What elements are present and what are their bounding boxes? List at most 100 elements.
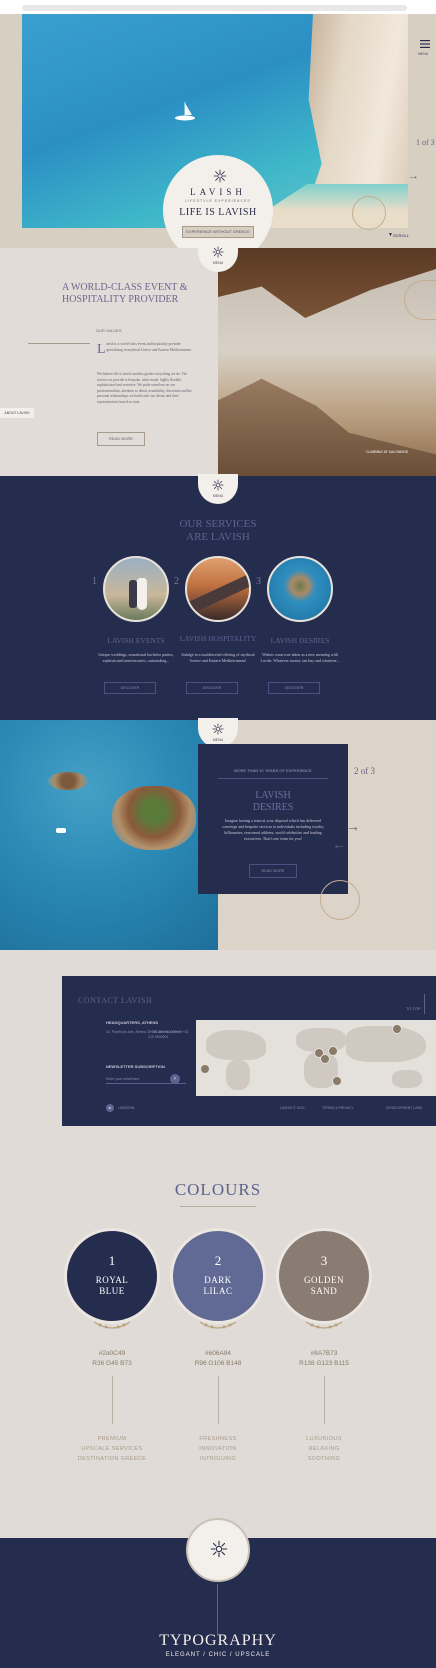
our-values-label: OUR VALUES (96, 328, 122, 333)
lavish-logo-icon (212, 723, 224, 735)
hero-cta-button[interactable]: EXPERIENCE WITHOUT GREECE (182, 226, 254, 238)
swatch-keywords: LUXURIOUS RELAXING SOOTHING (274, 1434, 374, 1464)
read-more-button[interactable]: READ MORE (249, 864, 297, 878)
swatch-keyword: LUXURIOUS (306, 1436, 342, 1442)
map-pin-icon[interactable] (320, 1054, 330, 1064)
service-title[interactable]: LAVISH DESIRES (250, 636, 350, 645)
desires-card: MORE THAN 10 YEARS OF EXPERIENCE LAVISH … (198, 744, 348, 894)
yacht-sunset-photo[interactable] (185, 556, 251, 622)
discover-button[interactable]: DISCOVER (186, 682, 238, 694)
experience-eyebrow: MORE THAN 10 YEARS OF EXPERIENCE (234, 768, 312, 773)
developer-link[interactable]: DEVELOPMENT LABS (386, 1106, 422, 1110)
linkedin-label[interactable]: LINKEDIN (118, 1106, 134, 1110)
laurel-icon (305, 1321, 343, 1329)
divider (217, 1584, 218, 1636)
swatch-keyword: INTRIGUING (199, 1456, 237, 1462)
swatch-hex: #606A94 (204, 1350, 232, 1357)
linkedin-icon[interactable]: in (106, 1104, 114, 1112)
about-side-tab[interactable]: ABOUT LAVISH (0, 408, 34, 418)
map-pin-icon[interactable] (200, 1064, 210, 1074)
read-more-button[interactable]: READ MORE (97, 432, 145, 446)
swatch-name-line1: GOLDEN (304, 1275, 344, 1285)
hero-brand-subtitle: LIFESTYLE EXPERIENCES (185, 199, 251, 203)
lavish-logo-icon (213, 169, 227, 183)
swatch-name-line2: LILAC (203, 1286, 233, 1296)
terms-link[interactable]: TERMS & PRIVACY (322, 1106, 354, 1110)
swatch-golden-sand: 3 GOLDEN SAND (276, 1228, 372, 1324)
hero-title: LIFE IS LAVISH (179, 207, 257, 218)
swatch-number: 2 (214, 1253, 222, 1268)
swatch-keyword: RELAXING (308, 1446, 340, 1452)
divider (180, 1206, 256, 1207)
desires-text: Imagine having a team at your disposal w… (221, 818, 325, 841)
menu-label[interactable]: MENU (198, 738, 238, 742)
slide-counter: 2 of 3 (354, 766, 375, 776)
scroll-label[interactable]: SCROLL (393, 233, 409, 238)
divider (218, 778, 328, 779)
wedding-photo[interactable] (103, 556, 169, 622)
next-arrow-icon[interactable]: → (408, 170, 419, 182)
service-description: Unique weddings, sensational bachelor pa… (98, 652, 174, 663)
map-land-asia (346, 1026, 426, 1062)
next-arrow-icon[interactable]: → (346, 818, 360, 834)
desires-title-line2: DESIRES (252, 802, 294, 813)
seal-icon (352, 196, 386, 230)
swatch-keyword: INNOVATION (199, 1446, 237, 1452)
swatch-rgb: R96 G106 B148 (194, 1360, 242, 1367)
prev-arrow-icon[interactable]: ← (332, 836, 346, 852)
service-description: Wishes come true taken as a new meaning … (260, 652, 340, 663)
slide-counter: 1 of 3 (416, 138, 435, 147)
menu-label[interactable]: MENU (198, 261, 238, 265)
swatch-keyword: SOOTHING (307, 1456, 341, 1462)
laurel-icon (199, 1321, 237, 1329)
hamburger-menu-icon[interactable] (420, 40, 430, 48)
to-top-link[interactable]: TO TOP (406, 1006, 421, 1011)
swatch-name-line1: ROYAL (95, 1275, 129, 1285)
swatch-keyword: PREMIUM (97, 1436, 127, 1442)
address-bar[interactable] (22, 5, 407, 11)
map-pin-icon[interactable] (332, 1076, 342, 1086)
swatch-name-line1: DARK (204, 1275, 232, 1285)
swatch-keyword: FRESHNESS (199, 1436, 237, 1442)
service-number: 3 (256, 576, 261, 587)
swatch-keywords: FRESHNESS INNOVATION INTRIGUING (168, 1434, 268, 1464)
sailboat-icon (175, 102, 195, 121)
service-description: Indulge in a multifaceted offering of my… (181, 652, 255, 663)
island-aerial-photo[interactable] (267, 556, 333, 622)
swatch-number: 1 (108, 1253, 116, 1268)
menu-label[interactable]: MENU (198, 494, 238, 498)
small-island (48, 772, 88, 790)
lavish-logo-icon (210, 1540, 228, 1558)
swatch-name: ROYAL BLUE (67, 1275, 157, 1297)
map-pin-icon[interactable] (328, 1046, 338, 1056)
headquarters-label: HEADQUARTERS, ATHENS (106, 1020, 159, 1025)
submit-arrow-icon[interactable]: › (170, 1074, 180, 1084)
map-land-americas (206, 1030, 266, 1060)
copyright-text: LAVISH © 2019 (280, 1106, 305, 1110)
divider (218, 1376, 219, 1424)
services-heading-line2: ARE LAVISH (186, 531, 250, 543)
menu-label[interactable]: MENU (418, 52, 428, 56)
swatch-name-line2: BLUE (99, 1286, 125, 1296)
divider (28, 343, 90, 344)
divider (112, 1376, 113, 1424)
about-body-text: We believe life is lavish and this guide… (97, 372, 192, 404)
seal-icon (320, 880, 360, 920)
discover-button[interactable]: DISCOVER (268, 682, 320, 694)
photo-caption: CLIMBING AT KALYMNOS (366, 450, 409, 454)
swatch-keyword: DESTINATION GREECE (77, 1456, 147, 1462)
discover-button[interactable]: DISCOVER (104, 682, 156, 694)
swatch-name: DARK LILAC (173, 1275, 263, 1297)
services-heading-line1: OUR SERVICES (179, 518, 257, 530)
world-map[interactable] (196, 1020, 436, 1096)
map-pin-icon[interactable] (392, 1024, 402, 1034)
hero-brand: LAVISH (190, 187, 246, 197)
laurel-icon (93, 1321, 131, 1329)
swatch-number: 3 (320, 1253, 328, 1268)
mountain-image (218, 378, 436, 476)
swatch-hex: #8A7B73 (310, 1350, 338, 1357)
about-intro-text: avish is a world-class event and hospita… (106, 342, 192, 352)
climbing-photo (218, 248, 436, 476)
swatch-rgb: R36 G45 B73 (92, 1360, 132, 1367)
map-land-australia (392, 1070, 422, 1088)
